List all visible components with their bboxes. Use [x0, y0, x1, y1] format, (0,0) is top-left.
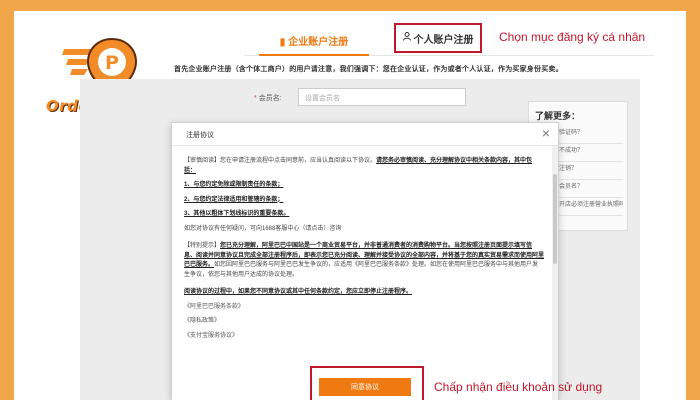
annotation-accept-terms: Chấp nhận điều khoản sử dụng [434, 380, 603, 394]
tab-company-account[interactable]: ▮ 企业账户注册 [244, 33, 384, 48]
paragraph-lead: 【特别提示】 [184, 243, 221, 249]
member-name-input[interactable]: 设置会员名 [298, 88, 466, 106]
modal-title: 注册协议 [186, 132, 214, 139]
modal-header: 注册协议 × [172, 123, 558, 146]
tab-personal-account[interactable]: 个人账户注册 [394, 23, 482, 53]
agreement-paragraph: 【审慎阅读】您在申请注册流程中点击同意前，应当认真阅读以下协议。请您务必审慎阅读… [184, 157, 544, 176]
agreement-list-item: 3、其他以粗体下划线标识的重要条款。 [184, 210, 544, 220]
member-name-label-text: 会员名: [258, 95, 282, 102]
registration-notice: 首先企业账户注册（含个体工商户）的用户请注意，我们强调下：您在企业认证，作为或者… [174, 66, 563, 73]
agree-button[interactable]: 同意协议 [319, 378, 411, 396]
agreement-list-item: 2、与您约定法律适用和管辖的条款； [184, 196, 544, 206]
agreement-list-item: 1、与您约定免除或限制责任的条款； [184, 181, 544, 191]
alipay-link[interactable]: 《支付宝服务协议》 [184, 332, 544, 342]
privacy-link[interactable]: 《隐私政策》 [184, 317, 544, 327]
member-name-label: * 会员名: [254, 93, 282, 103]
scrollbar-thumb[interactable] [553, 174, 557, 264]
tab-active-indicator [259, 54, 369, 56]
tab-company-label: 企业账户注册 [288, 37, 349, 48]
agreement-modal: 注册协议 × 【审慎阅读】您在申请注册流程中点击同意前，应当认真阅读以下协议。请… [172, 123, 558, 400]
contact-line: 如您对协议有任何疑问，可向1688客服中心（请点击）咨询 [184, 225, 342, 232]
list-item-text: 2、与您约定法律适用和管辖的条款； [184, 196, 284, 203]
terms-link[interactable]: 《阿里巴巴服务条款》 [184, 303, 544, 313]
modal-scrollbar[interactable] [552, 146, 558, 400]
svg-text:P: P [105, 52, 119, 74]
help-title: 了解更多： [535, 111, 581, 121]
required-marker: * [254, 95, 257, 102]
user-icon [402, 32, 411, 44]
paragraph-emphasis: 阅读协议的过程中，如果您不同意协议或其中任何条款约定，您应立即停止注册程序。 [184, 289, 413, 295]
building-icon: ▮ [279, 37, 286, 48]
paragraph-text: 您在申请注册流程中点击同意前，应当认真阅读以下协议。 [220, 158, 377, 164]
paragraph-text: 如您因阿里巴巴服务与阿里巴巴发生争议的，应适用《阿里巴巴服务条款》处理。如您在使… [184, 262, 539, 278]
agreement-paragraph: 阅读协议的过程中，如果您不同意协议或其中任何条款约定，您应立即停止注册程序。 [184, 288, 544, 298]
paragraph-lead: 【审慎阅读】 [184, 158, 221, 164]
annotation-choose-personal: Chọn mục đăng ký cá nhân [499, 30, 646, 44]
tab-personal-label: 个人账户注册 [413, 34, 474, 46]
registration-page: P Order Plus ▮企业账户注册 个人账户注册 Chọn mục đăn… [14, 11, 686, 400]
list-item-text: 3、其他以粗体下划线标识的重要条款。 [184, 211, 290, 217]
agreement-text: 【审慎阅读】您在申请注册流程中点击同意前，应当认真阅读以下协议。请您务必审慎阅读… [184, 157, 544, 346]
agreement-paragraph: 【特别提示】您已充分理解，阿里巴巴中国站是一个商业贸易平台，并非普通消费者的消费… [184, 242, 544, 280]
list-item-text: 1、与您约定免除或限制责任的条款； [184, 182, 284, 188]
close-icon[interactable]: × [542, 125, 550, 141]
